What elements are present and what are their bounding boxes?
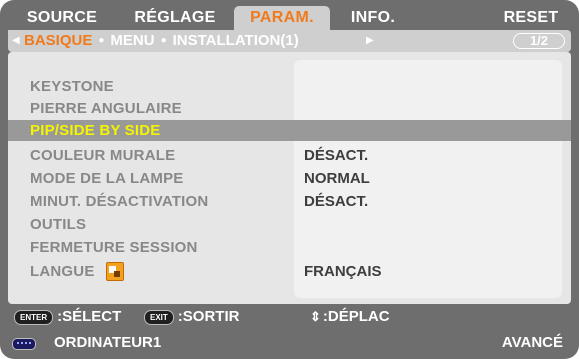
menu-row-fermeture-session[interactable]: FERMETURE SESSION [8,237,571,258]
help-exit: EXIT:SORTIR [144,306,239,328]
menu-row-minut-desactivation[interactable]: MINUT. DÉSACTIVATION DÉSACT. [8,191,571,212]
updown-arrow-icon: ⇕ [310,309,321,324]
page-indicator: 1/2 [513,33,565,49]
menu-row-pip-side-by-side[interactable]: PIP/SIDE BY SIDE [8,120,571,141]
menu-row-label: PIP/SIDE BY SIDE [30,122,161,139]
exit-key-icon: EXIT [144,309,174,325]
menu-row-label: PIERRE ANGULAIRE [30,100,182,117]
bullet-icon: ● [160,35,167,46]
tab-reset[interactable]: RESET [491,6,571,30]
input-source: ORDINATEUR1 [54,334,162,351]
enter-key-icon: ENTER [14,309,54,325]
menu-mode: AVANCÉ [501,334,563,351]
menu-row-label: KEYSTONE [30,78,114,95]
subtab-installation[interactable]: INSTALLATION(1) [173,32,299,49]
menu-row-label: MODE DE LA LAMPE [30,170,184,187]
subtab-list: BASIQUE ● MENU ● INSTALLATION(1) [24,30,299,52]
settings-panel: KEYSTONE PIERRE ANGULAIRE PIP/SIDE BY SI… [8,52,571,304]
computer-input-icon [12,338,36,350]
menu-row-value: NORMAL [304,170,370,187]
help-select-label: :SÉLECT [57,308,122,325]
subtab-menu[interactable]: MENU [110,32,154,49]
help-select: ENTER:SÉLECT [14,306,121,328]
menu-row-label: COULEUR MURALE [30,147,176,164]
menu-row-couleur-murale[interactable]: COULEUR MURALE DÉSACT. [8,145,571,166]
right-arrow-icon[interactable]: ▶ [366,30,374,52]
bullet-icon: ● [98,35,105,46]
menu-row-pierre-angulaire[interactable]: PIERRE ANGULAIRE [8,98,571,119]
left-arrow-icon[interactable]: ◀ [12,30,20,52]
menu-row-keystone[interactable]: KEYSTONE [8,76,571,97]
help-move: ⇕:DÉPLAC [310,306,390,328]
tab-param[interactable]: PARAM. [234,6,330,30]
menu-row-outils[interactable]: OUTILS [8,214,571,235]
tab-info[interactable]: INFO. [330,6,416,30]
help-bar: ENTER:SÉLECT EXIT:SORTIR ⇕:DÉPLAC [8,306,571,328]
menu-row-value: FRANÇAIS [304,263,382,280]
menu-row-label: FERMETURE SESSION [30,239,198,256]
subtab-basique[interactable]: BASIQUE [24,32,92,49]
subtab-bar: ◀ BASIQUE ● MENU ● INSTALLATION(1) ▶ 1/2 [8,30,571,52]
help-move-label: :DÉPLAC [322,308,390,325]
menu-row-label: OUTILS [30,216,87,233]
tab-source[interactable]: SOURCE [8,6,116,30]
language-icon [106,262,124,281]
tab-reglage[interactable]: RÉGLAGE [116,6,234,30]
projector-osd-menu: SOURCE RÉGLAGE PARAM. INFO. RESET ◀ BASI… [0,0,579,359]
status-bar: ORDINATEUR1 AVANCÉ [8,332,571,354]
menu-row-label: LANGUE [30,263,95,280]
main-tab-bar: SOURCE RÉGLAGE PARAM. INFO. RESET [8,6,571,30]
menu-row-value: DÉSACT. [304,193,369,210]
help-exit-label: :SORTIR [177,308,240,325]
menu-row-mode-lampe[interactable]: MODE DE LA LAMPE NORMAL [8,168,571,189]
menu-row-label: MINUT. DÉSACTIVATION [30,193,209,210]
menu-row-value: DÉSACT. [304,147,369,164]
menu-row-langue[interactable]: LANGUE FRANÇAIS [8,261,571,282]
